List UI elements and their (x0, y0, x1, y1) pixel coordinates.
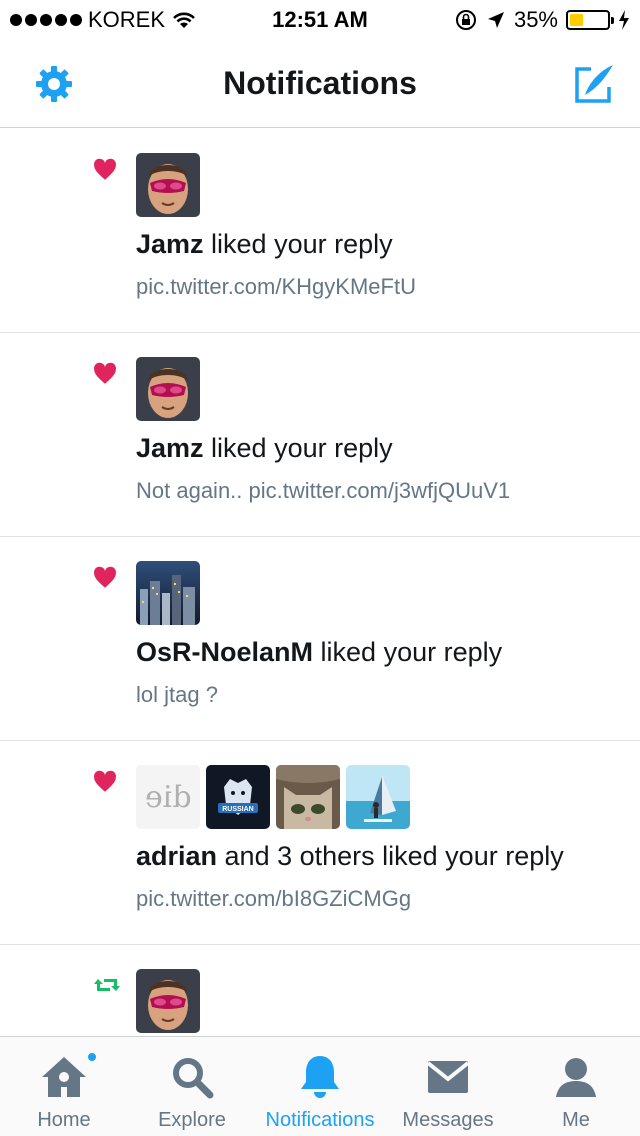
rotation-lock-icon (455, 10, 476, 30)
tab-bar: Home Explore Notifications Messages Me (0, 1036, 640, 1136)
notification-action: liked your reply (203, 433, 393, 463)
location-icon (487, 12, 504, 28)
tab-label: Explore (158, 1109, 226, 1131)
notification-snippet: pic.twitter.com/bI8GZiCMGg (136, 886, 412, 911)
notification-action: liked your reply (203, 229, 393, 259)
heart-icon (94, 770, 117, 792)
avatar[interactable] (276, 765, 340, 829)
actor-name[interactable]: Jamz (136, 433, 204, 463)
battery-percent: 35% (513, 7, 558, 32)
notification-item[interactable]: Jamz liked your reply Not again.. pic.tw… (0, 333, 640, 537)
status-left: KOREK (10, 7, 197, 33)
notification-item[interactable]: OsR-NoelanM liked your reply lol jtag ? (0, 537, 640, 741)
avatar-row: die RUSSIAN (136, 765, 410, 829)
avatar[interactable] (136, 357, 200, 421)
avatar[interactable] (136, 561, 200, 625)
notification-snippet: pic.twitter.com/KHgyKMeFtU (136, 274, 416, 299)
tab-home[interactable]: Home (0, 1037, 128, 1136)
avatar-row (136, 357, 200, 421)
retweet-icon (94, 979, 120, 991)
avatar-row (136, 969, 200, 1033)
wifi-icon (173, 12, 195, 28)
notification-text: OsR-NoelanM liked your reply (136, 637, 502, 668)
notification-item[interactable]: Jamz liked your reply pic.twitter.com/KH… (0, 129, 640, 333)
compose-icon (575, 65, 613, 103)
compose-button[interactable] (570, 60, 618, 108)
heart-icon (94, 158, 117, 180)
notification-text: Jamz liked your reply (136, 433, 393, 464)
tab-label: Me (562, 1109, 590, 1131)
notification-action: and 3 others liked your reply (217, 841, 564, 871)
tab-notifications[interactable]: Notifications (256, 1037, 384, 1136)
tab-label: Home (37, 1109, 91, 1131)
actor-name[interactable]: adrian (136, 841, 217, 871)
gear-icon (36, 66, 72, 102)
unread-dot (86, 1051, 98, 1063)
signal-icon (10, 14, 82, 26)
nav-bar: Notifications (0, 40, 640, 128)
notification-action: liked your reply (313, 637, 503, 667)
avatar[interactable] (136, 969, 200, 1033)
avatar-text: die (144, 779, 192, 815)
envelope-icon (422, 1051, 474, 1103)
page-title: Notifications (223, 65, 417, 101)
actor-name[interactable]: OsR-NoelanM (136, 637, 313, 667)
notification-snippet: lol jtag ? (136, 682, 218, 707)
avatar[interactable] (136, 153, 200, 217)
battery-icon (566, 10, 614, 30)
tab-me[interactable]: Me (512, 1037, 640, 1136)
settings-button[interactable] (30, 60, 78, 108)
heart-icon (94, 362, 117, 384)
tab-label: Notifications (265, 1109, 375, 1131)
avatar[interactable]: die (136, 765, 200, 829)
tab-explore[interactable]: Explore (128, 1037, 256, 1136)
notifications-feed[interactable]: Jamz liked your reply pic.twitter.com/KH… (0, 129, 640, 1036)
tab-messages[interactable]: Messages (384, 1037, 512, 1136)
avatar-badge-text: RUSSIAN (222, 806, 254, 813)
search-icon (166, 1051, 218, 1103)
notification-text: adrian and 3 others liked your reply (136, 841, 564, 872)
status-bar: KOREK 12:51 AM 35% (0, 0, 640, 40)
avatar-row (136, 561, 200, 625)
carrier-label: KOREK (88, 7, 166, 32)
person-icon (550, 1051, 602, 1103)
notification-item[interactable]: die RUSSIAN adrian and 3 others liked yo… (0, 741, 640, 945)
status-right: 35% (454, 7, 630, 33)
avatar-row (136, 153, 200, 217)
avatar[interactable]: RUSSIAN (206, 765, 270, 829)
tab-label: Messages (402, 1109, 494, 1131)
notification-snippet: Not again.. pic.twitter.com/j3wfjQUuV1 (136, 478, 511, 503)
avatar[interactable] (346, 765, 410, 829)
notification-item[interactable] (0, 945, 640, 1036)
actor-name[interactable]: Jamz (136, 229, 204, 259)
heart-icon (94, 566, 117, 588)
notification-text: Jamz liked your reply (136, 229, 393, 260)
bell-icon (294, 1051, 346, 1103)
home-icon (38, 1051, 90, 1103)
charging-icon (619, 10, 629, 30)
